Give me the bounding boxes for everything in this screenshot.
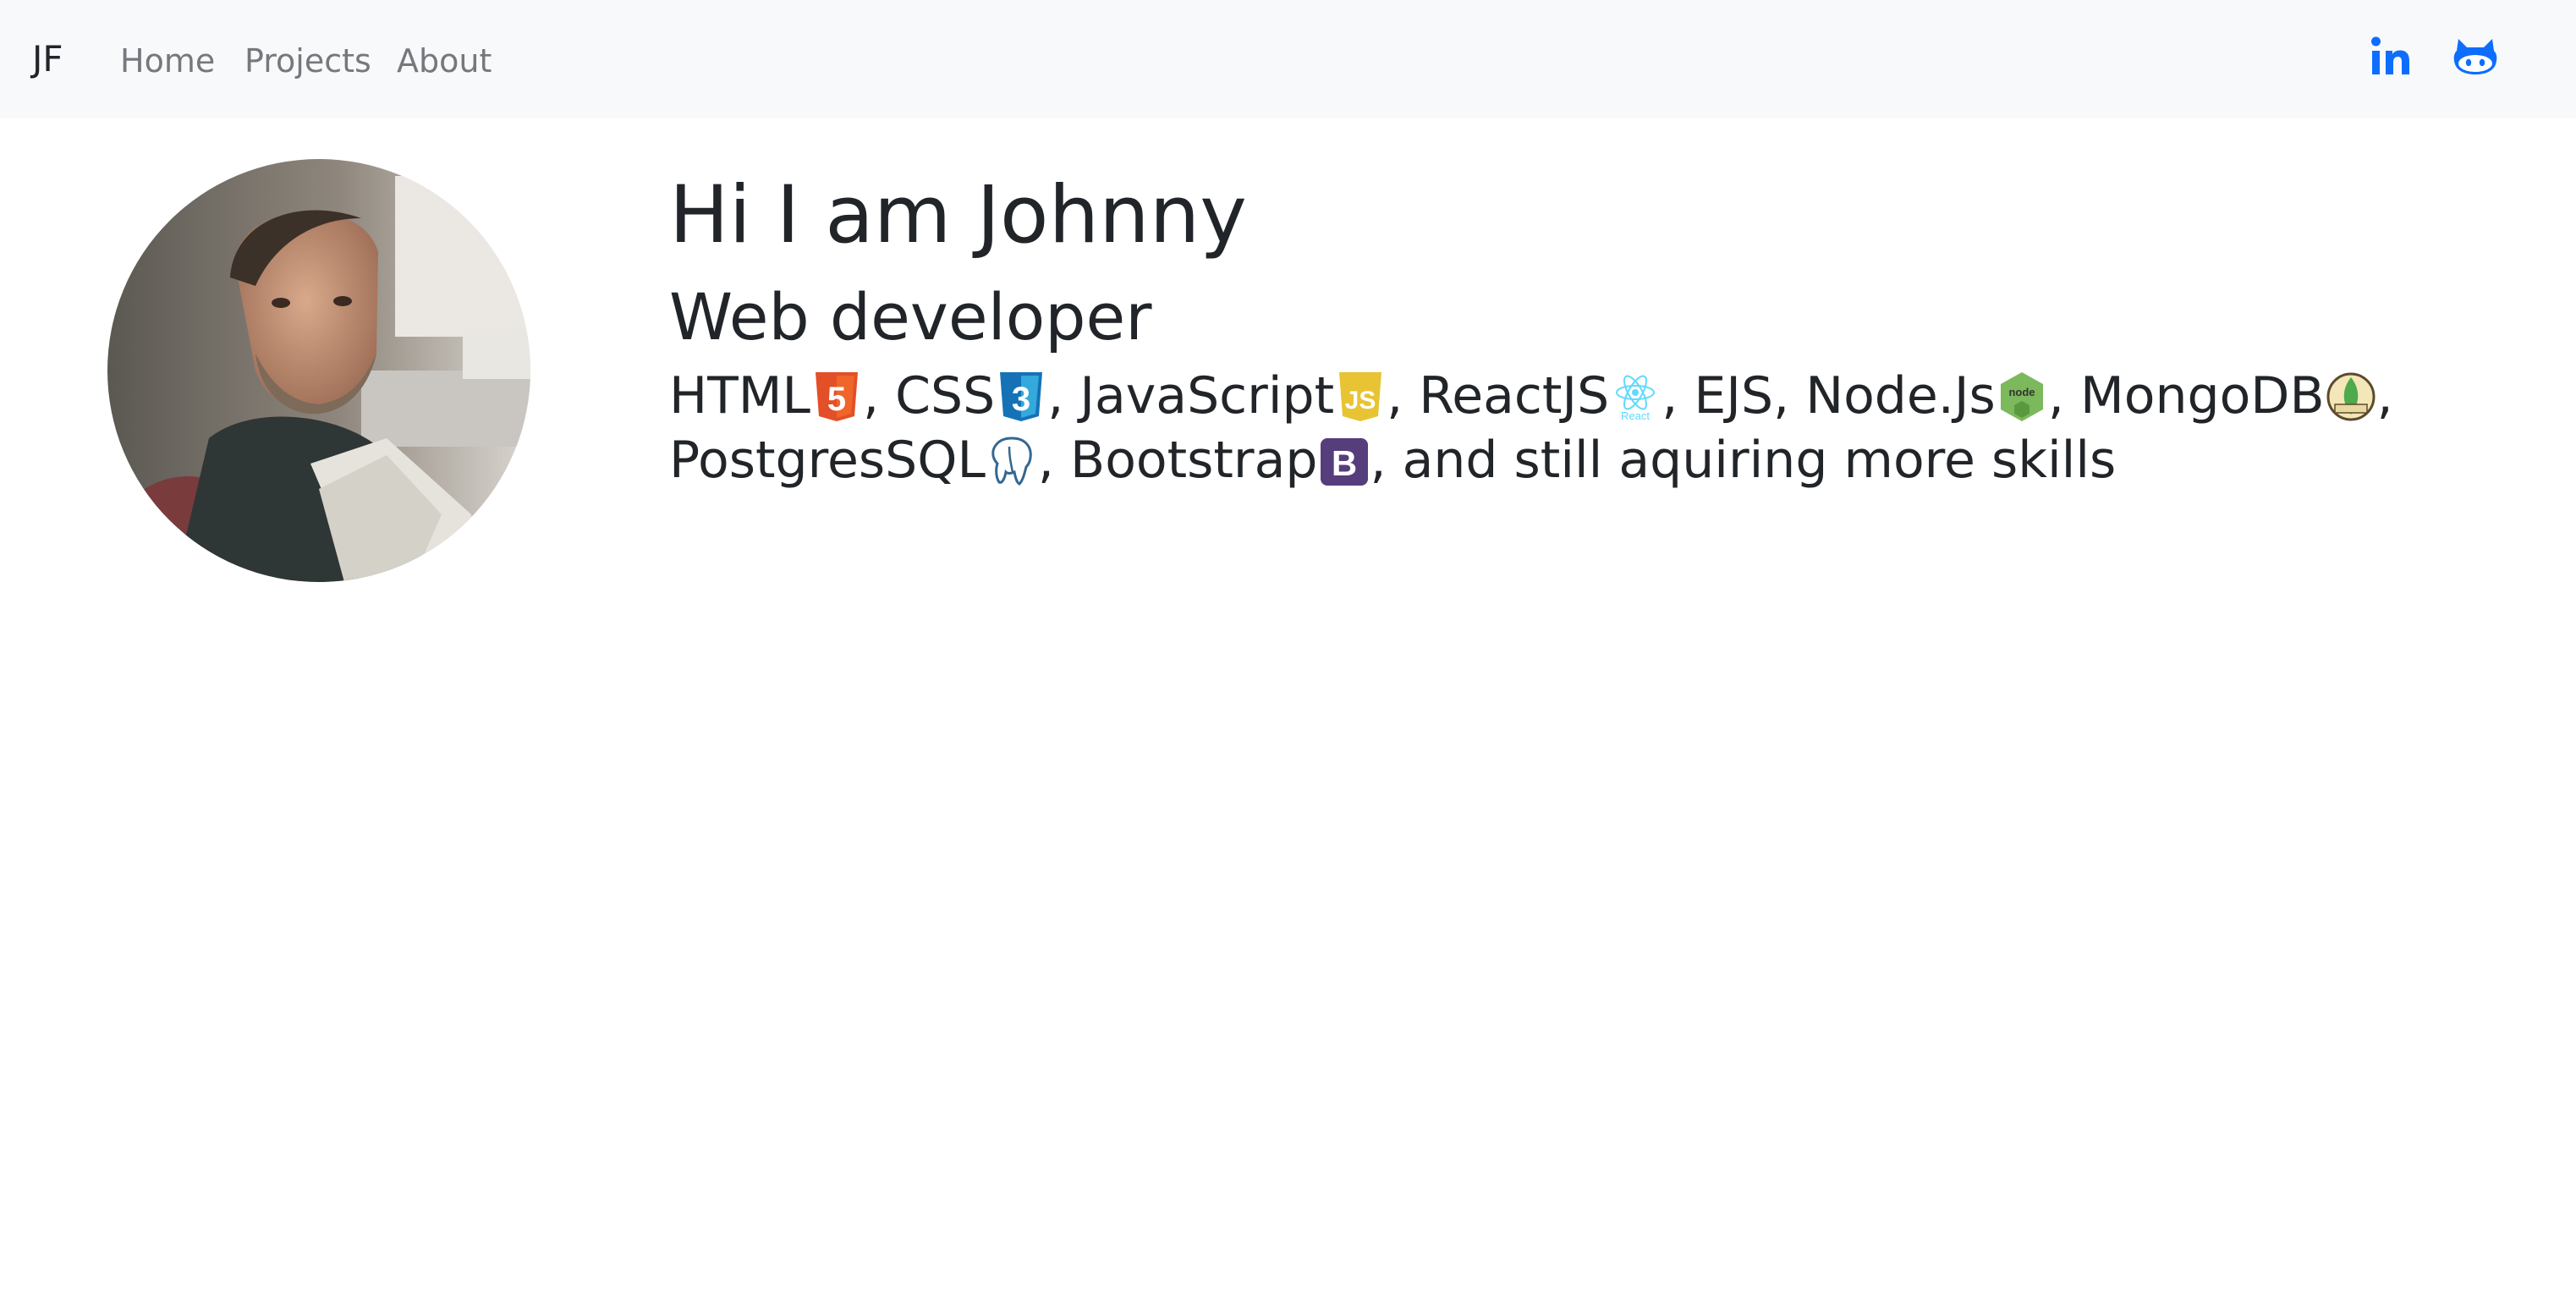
linkedin-link[interactable] [2365, 30, 2416, 81]
bootstrap-icon: B [1319, 435, 1369, 487]
top-navbar: JF Home Projects About [0, 0, 2576, 118]
nodejs-icon: node [1997, 371, 2046, 423]
skill-javascript: , JavaScript [1047, 366, 1335, 426]
nav-about-link[interactable]: About [397, 37, 492, 85]
svg-text:5: 5 [827, 381, 846, 418]
svg-text:3: 3 [1012, 381, 1030, 418]
skill-more: , and still aquiring more skills [1370, 431, 2117, 490]
github-icon [2453, 39, 2497, 74]
linkedin-icon [2371, 36, 2409, 74]
svg-text:JS: JS [1345, 387, 1376, 415]
skill-separator: , [2376, 366, 2393, 426]
css3-icon: 3 [997, 371, 1046, 423]
skill-mongodb: , MongoDB [2047, 366, 2325, 426]
profile-photo-image [107, 159, 530, 582]
skill-postgresql: PostgresSQL [669, 431, 986, 490]
javascript-icon: JS [1336, 371, 1385, 423]
hero-section: Hi I am Johnny Web developer HTML 5 , CSS 3… [669, 161, 2488, 492]
skills-list: HTML 5 , CSS 3 , JavaScript JS , ReactJS React,… [669, 364, 2488, 492]
postgresql-icon [987, 435, 1036, 487]
profile-photo [107, 159, 530, 582]
skill-bootstrap: , Bootstrap [1037, 431, 1318, 490]
github-link[interactable] [2450, 30, 2501, 81]
react-icon-label: React [1621, 409, 1650, 422]
html5-icon: 5 [812, 371, 861, 423]
react-icon: React [1611, 371, 1660, 423]
skill-react: , ReactJS [1387, 366, 1610, 426]
skill-html: HTML [669, 366, 810, 426]
hero-subtitle: Web developer [669, 279, 1152, 354]
hero-title: Hi I am Johnny [669, 169, 1247, 261]
nodejs-icon-label: node [2008, 386, 2035, 398]
mongodb-icon [2326, 371, 2376, 423]
nav-home-link[interactable]: Home [120, 37, 215, 85]
nav-projects-link[interactable]: Projects [244, 37, 371, 85]
bootstrap-icon-label: B [1332, 443, 1357, 483]
skill-ejs-node: , EJS, Node.Js [1661, 366, 1996, 426]
brand-logo[interactable]: JF [32, 34, 63, 85]
skill-css: , CSS [862, 366, 996, 426]
